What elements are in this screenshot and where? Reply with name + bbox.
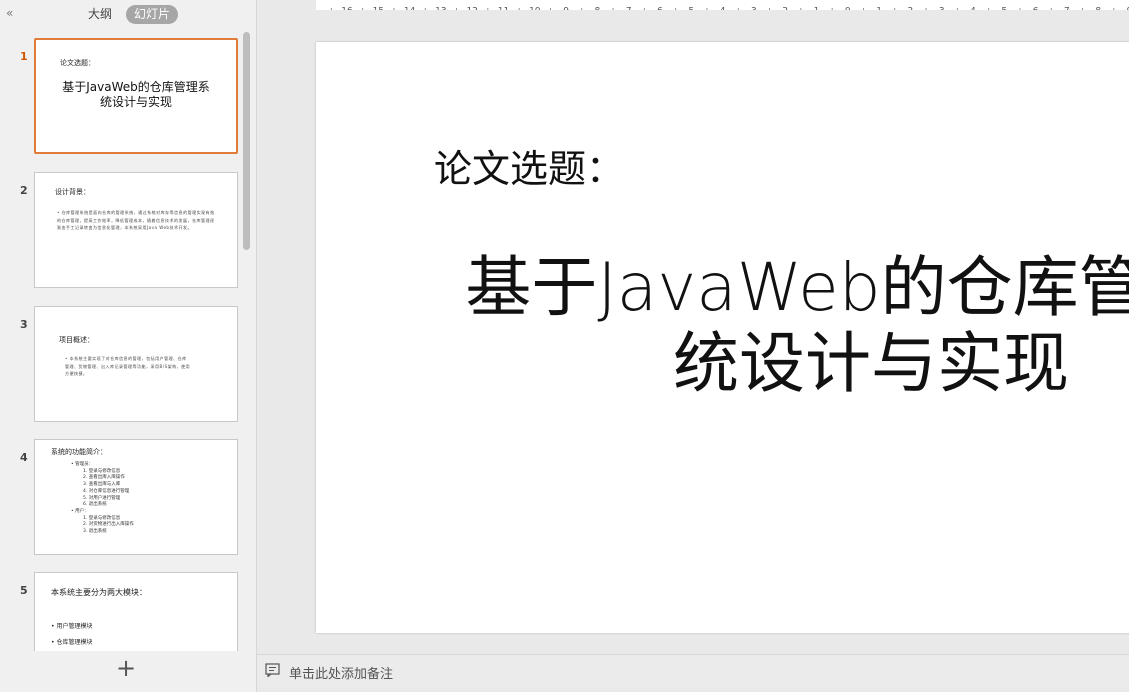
slide-thumbnail-2[interactable]: 设计背景： • 仓库管理系统是面向仓库的管理系统，通过系统对库存等信息的管理实现… bbox=[34, 172, 238, 288]
collapse-panel-icon[interactable]: « bbox=[6, 6, 13, 20]
view-tabs: 大纲 幻灯片 bbox=[80, 5, 179, 24]
thumb-heading: 项目概述： bbox=[59, 336, 94, 344]
ruler-label: 6 bbox=[657, 7, 663, 11]
slide-title-line-1: 基于JavaWeb的仓库管理系 bbox=[465, 249, 1129, 326]
ruler-label: 10 bbox=[529, 7, 541, 11]
thumb-line: • 用户管理模块 bbox=[51, 623, 93, 630]
slide-thumbnail-3[interactable]: 项目概述： • 本系统主要实现了对仓库信息的管理，包括用户管理、仓库管理、货物管… bbox=[34, 306, 238, 422]
ruler-label: 1 bbox=[814, 7, 820, 11]
thumb-line: 4. 对仓库信息进行管理 bbox=[83, 488, 130, 494]
ruler-label: 7 bbox=[1064, 7, 1070, 11]
ruler-label: 4 bbox=[970, 7, 976, 11]
thumb-line: 6. 退出系统 bbox=[83, 502, 107, 508]
ruler-label: 3 bbox=[751, 7, 757, 11]
tab-slides[interactable]: 幻灯片 bbox=[126, 5, 179, 24]
ruler-label: 15 bbox=[373, 7, 384, 11]
ruler-label: 1 bbox=[876, 7, 882, 11]
ruler-label: 13 bbox=[435, 7, 446, 11]
ruler-label: 16 bbox=[341, 7, 353, 11]
thumb-list: • 管理员： 1. 登录与修改信息 2. 查看出库入库操作 3. 查看出库与入库… bbox=[71, 462, 134, 536]
thumb-subtitle: 论文选题： bbox=[60, 59, 95, 67]
thumb-heading: 本系统主要分为两大模块： bbox=[51, 588, 147, 597]
ruler-label: 5 bbox=[1001, 7, 1007, 11]
thumbnail-scrollbar[interactable] bbox=[243, 32, 250, 250]
slide-thumbnail-1[interactable]: 论文选题： 基于JavaWeb的仓库管理系统设计与实现 bbox=[34, 38, 238, 154]
slide-number: 1 bbox=[20, 50, 28, 63]
thumb-line: 3. 退出系统 bbox=[83, 529, 107, 535]
notes-bar[interactable]: 单击此处添加备注 bbox=[257, 654, 1129, 687]
slide-title[interactable]: 基于JavaWeb的仓库管理系 统设计与实现 bbox=[456, 250, 1129, 402]
thumb-line: • 管理员： bbox=[71, 462, 94, 467]
thumb-heading: 系统的功能简介： bbox=[51, 448, 107, 456]
ruler-ticks: 161514131211109876543210123456789 bbox=[316, 5, 1129, 10]
slide-title-line-2: 统设计与实现 bbox=[673, 325, 1069, 402]
thumb-body: • 本系统主要实现了对仓库信息的管理，包括用户管理、仓库管理、货物管理、出入库记… bbox=[65, 356, 191, 376]
slides-panel: « 大纲 幻灯片 1 论文选题： 基于JavaWeb的仓库管理系统设计与实现 2… bbox=[0, 0, 257, 692]
ruler-label: 9 bbox=[563, 7, 569, 11]
slide-thumbnail-list: 1 论文选题： 基于JavaWeb的仓库管理系统设计与实现 2 设计背景： • … bbox=[0, 28, 244, 651]
thumb-line: • 仓库管理模块 bbox=[51, 639, 93, 646]
slide-number: 3 bbox=[20, 318, 28, 331]
ruler-label: 8 bbox=[595, 7, 601, 11]
add-slide-button[interactable]: + bbox=[116, 654, 136, 682]
ruler-label: 2 bbox=[782, 7, 788, 11]
slide-canvas[interactable]: 论文选题： 基于JavaWeb的仓库管理系 统设计与实现 bbox=[316, 42, 1129, 633]
ruler-label: 0 bbox=[845, 7, 851, 11]
ruler-label: 5 bbox=[688, 7, 694, 11]
ruler-label: 2 bbox=[908, 7, 914, 11]
ruler-label: 4 bbox=[720, 7, 726, 11]
horizontal-ruler: 161514131211109876543210123456789 bbox=[316, 0, 1129, 10]
slide-thumbnail-5[interactable]: 本系统主要分为两大模块： • 用户管理模块 • 仓库管理模块 bbox=[34, 572, 238, 651]
slide-number: 4 bbox=[20, 451, 28, 464]
slide-number: 2 bbox=[20, 184, 28, 197]
tab-outline[interactable]: 大纲 bbox=[80, 5, 120, 24]
ruler-label: 8 bbox=[1095, 7, 1101, 11]
slide-thumbnail-4[interactable]: 系统的功能简介： • 管理员： 1. 登录与修改信息 2. 查看出库入库操作 3… bbox=[34, 439, 238, 555]
ruler-label: 7 bbox=[626, 7, 632, 11]
thumb-title: 基于JavaWeb的仓库管理系统设计与实现 bbox=[62, 80, 210, 109]
ruler-label: 6 bbox=[1033, 7, 1039, 11]
slide-number: 5 bbox=[20, 584, 28, 597]
ruler-label: 11 bbox=[498, 7, 509, 11]
notes-icon bbox=[265, 663, 280, 677]
thumb-heading: 设计背景： bbox=[55, 188, 90, 196]
thumb-line: • 用户： bbox=[71, 508, 89, 514]
ruler-label: 12 bbox=[466, 7, 477, 11]
notes-placeholder[interactable]: 单击此处添加备注 bbox=[289, 663, 393, 682]
slide-subtitle[interactable]: 论文选题： bbox=[434, 138, 624, 193]
thumb-body: • 仓库管理系统是面向仓库的管理系统，通过系统对库存等信息的管理实现有效的仓库管… bbox=[57, 210, 215, 230]
thumb-line: 3. 查看出库与入库 bbox=[83, 482, 121, 488]
ruler-label: 14 bbox=[404, 7, 416, 11]
ruler-label: 3 bbox=[939, 7, 945, 11]
